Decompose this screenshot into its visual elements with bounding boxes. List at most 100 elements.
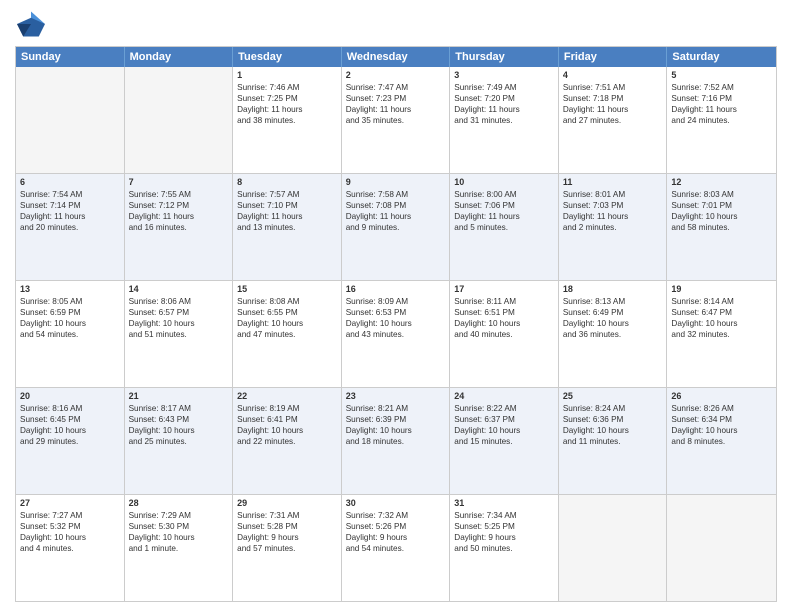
- cell-info-line: Sunrise: 7:46 AM: [237, 82, 337, 93]
- cell-info-line: Sunrise: 7:54 AM: [20, 189, 120, 200]
- cell-info-line: and 18 minutes.: [346, 436, 446, 447]
- header-day-saturday: Saturday: [667, 47, 776, 67]
- day-cell-26: 26Sunrise: 8:26 AMSunset: 6:34 PMDayligh…: [667, 388, 776, 494]
- cell-info-line: Daylight: 10 hours: [129, 532, 229, 543]
- cell-info-line: Sunset: 7:18 PM: [563, 93, 663, 104]
- day-cell-20: 20Sunrise: 8:16 AMSunset: 6:45 PMDayligh…: [16, 388, 125, 494]
- cell-info-line: Sunset: 6:59 PM: [20, 307, 120, 318]
- cell-info-line: and 4 minutes.: [20, 543, 120, 554]
- cell-info-line: Daylight: 11 hours: [20, 211, 120, 222]
- cell-info-line: Daylight: 11 hours: [129, 211, 229, 222]
- cell-info-line: Sunrise: 8:13 AM: [563, 296, 663, 307]
- calendar-row-1: 1Sunrise: 7:46 AMSunset: 7:25 PMDaylight…: [16, 67, 776, 174]
- day-cell-16: 16Sunrise: 8:09 AMSunset: 6:53 PMDayligh…: [342, 281, 451, 387]
- cell-info-line: Daylight: 11 hours: [454, 104, 554, 115]
- cell-info-line: Sunrise: 7:32 AM: [346, 510, 446, 521]
- day-number: 27: [20, 498, 120, 508]
- cell-info-line: Daylight: 10 hours: [129, 425, 229, 436]
- cell-info-line: Sunset: 5:32 PM: [20, 521, 120, 532]
- cell-info-line: and 11 minutes.: [563, 436, 663, 447]
- day-number: 14: [129, 284, 229, 294]
- cell-info-line: Daylight: 11 hours: [346, 211, 446, 222]
- day-number: 4: [563, 70, 663, 80]
- cell-info-line: and 51 minutes.: [129, 329, 229, 340]
- cell-info-line: Sunrise: 7:49 AM: [454, 82, 554, 93]
- header-day-friday: Friday: [559, 47, 668, 67]
- empty-cell: [559, 495, 668, 601]
- cell-info-line: Daylight: 10 hours: [20, 318, 120, 329]
- day-number: 23: [346, 391, 446, 401]
- cell-info-line: Daylight: 10 hours: [671, 211, 772, 222]
- cell-info-line: Daylight: 10 hours: [671, 318, 772, 329]
- day-cell-23: 23Sunrise: 8:21 AMSunset: 6:39 PMDayligh…: [342, 388, 451, 494]
- day-cell-1: 1Sunrise: 7:46 AMSunset: 7:25 PMDaylight…: [233, 67, 342, 173]
- header-day-thursday: Thursday: [450, 47, 559, 67]
- cell-info-line: Daylight: 10 hours: [20, 425, 120, 436]
- cell-info-line: and 36 minutes.: [563, 329, 663, 340]
- empty-cell: [125, 67, 234, 173]
- cell-info-line: Sunrise: 8:16 AM: [20, 403, 120, 414]
- day-cell-8: 8Sunrise: 7:57 AMSunset: 7:10 PMDaylight…: [233, 174, 342, 280]
- day-cell-25: 25Sunrise: 8:24 AMSunset: 6:36 PMDayligh…: [559, 388, 668, 494]
- cell-info-line: Daylight: 9 hours: [346, 532, 446, 543]
- day-number: 1: [237, 70, 337, 80]
- cell-info-line: Sunrise: 8:03 AM: [671, 189, 772, 200]
- empty-cell: [667, 495, 776, 601]
- cell-info-line: and 32 minutes.: [671, 329, 772, 340]
- day-cell-22: 22Sunrise: 8:19 AMSunset: 6:41 PMDayligh…: [233, 388, 342, 494]
- cell-info-line: Sunset: 6:53 PM: [346, 307, 446, 318]
- cell-info-line: Sunrise: 7:52 AM: [671, 82, 772, 93]
- day-cell-2: 2Sunrise: 7:47 AMSunset: 7:23 PMDaylight…: [342, 67, 451, 173]
- cell-info-line: Daylight: 11 hours: [346, 104, 446, 115]
- cell-info-line: Sunrise: 8:06 AM: [129, 296, 229, 307]
- cell-info-line: and 2 minutes.: [563, 222, 663, 233]
- cell-info-line: Sunrise: 8:14 AM: [671, 296, 772, 307]
- cell-info-line: Sunset: 7:12 PM: [129, 200, 229, 211]
- day-number: 29: [237, 498, 337, 508]
- day-cell-18: 18Sunrise: 8:13 AMSunset: 6:49 PMDayligh…: [559, 281, 668, 387]
- cell-info-line: and 43 minutes.: [346, 329, 446, 340]
- cell-info-line: and 22 minutes.: [237, 436, 337, 447]
- cell-info-line: and 13 minutes.: [237, 222, 337, 233]
- day-cell-13: 13Sunrise: 8:05 AMSunset: 6:59 PMDayligh…: [16, 281, 125, 387]
- day-number: 18: [563, 284, 663, 294]
- day-cell-12: 12Sunrise: 8:03 AMSunset: 7:01 PMDayligh…: [667, 174, 776, 280]
- cell-info-line: Daylight: 10 hours: [20, 532, 120, 543]
- cell-info-line: Daylight: 11 hours: [237, 211, 337, 222]
- day-number: 26: [671, 391, 772, 401]
- cell-info-line: Sunrise: 7:58 AM: [346, 189, 446, 200]
- calendar-row-3: 13Sunrise: 8:05 AMSunset: 6:59 PMDayligh…: [16, 281, 776, 388]
- calendar: SundayMondayTuesdayWednesdayThursdayFrid…: [15, 46, 777, 602]
- day-number: 22: [237, 391, 337, 401]
- cell-info-line: Daylight: 10 hours: [454, 425, 554, 436]
- cell-info-line: Sunset: 5:25 PM: [454, 521, 554, 532]
- calendar-row-2: 6Sunrise: 7:54 AMSunset: 7:14 PMDaylight…: [16, 174, 776, 281]
- cell-info-line: and 31 minutes.: [454, 115, 554, 126]
- cell-info-line: Sunset: 6:43 PM: [129, 414, 229, 425]
- cell-info-line: Sunrise: 7:47 AM: [346, 82, 446, 93]
- day-number: 31: [454, 498, 554, 508]
- day-cell-27: 27Sunrise: 7:27 AMSunset: 5:32 PMDayligh…: [16, 495, 125, 601]
- cell-info-line: Sunrise: 8:05 AM: [20, 296, 120, 307]
- day-number: 20: [20, 391, 120, 401]
- cell-info-line: Daylight: 10 hours: [237, 318, 337, 329]
- day-cell-5: 5Sunrise: 7:52 AMSunset: 7:16 PMDaylight…: [667, 67, 776, 173]
- cell-info-line: Sunrise: 8:01 AM: [563, 189, 663, 200]
- cell-info-line: Daylight: 10 hours: [129, 318, 229, 329]
- cell-info-line: Sunrise: 8:11 AM: [454, 296, 554, 307]
- cell-info-line: and 50 minutes.: [454, 543, 554, 554]
- cell-info-line: and 25 minutes.: [129, 436, 229, 447]
- cell-info-line: and 57 minutes.: [237, 543, 337, 554]
- cell-info-line: Sunset: 7:20 PM: [454, 93, 554, 104]
- cell-info-line: Sunset: 7:01 PM: [671, 200, 772, 211]
- day-cell-30: 30Sunrise: 7:32 AMSunset: 5:26 PMDayligh…: [342, 495, 451, 601]
- cell-info-line: Sunrise: 8:00 AM: [454, 189, 554, 200]
- cell-info-line: Daylight: 11 hours: [671, 104, 772, 115]
- day-number: 6: [20, 177, 120, 187]
- header-day-monday: Monday: [125, 47, 234, 67]
- cell-info-line: and 54 minutes.: [346, 543, 446, 554]
- day-number: 15: [237, 284, 337, 294]
- cell-info-line: Daylight: 10 hours: [346, 425, 446, 436]
- day-number: 17: [454, 284, 554, 294]
- cell-info-line: and 5 minutes.: [454, 222, 554, 233]
